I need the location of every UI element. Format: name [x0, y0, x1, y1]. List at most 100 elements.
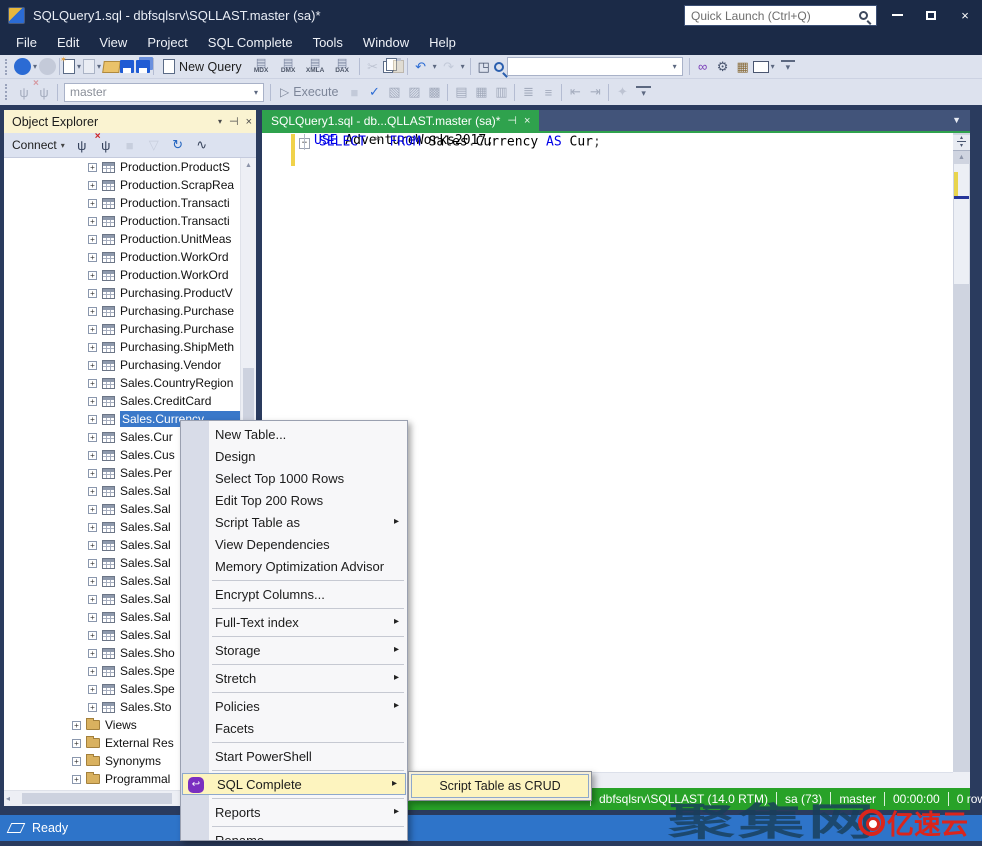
cut-icon[interactable]: ✂ — [363, 57, 383, 77]
expand-icon[interactable]: + — [88, 505, 97, 514]
expand-icon[interactable]: + — [88, 523, 97, 532]
new-query-button[interactable]: New Query — [157, 59, 248, 74]
add-item-icon[interactable] — [83, 59, 95, 74]
indent-icon[interactable]: ⇥ — [585, 82, 605, 102]
expand-icon[interactable]: + — [88, 397, 97, 406]
nav-back-caret[interactable]: ▾ — [31, 62, 39, 71]
tree-item-production-transacti[interactable]: +Production.Transacti — [4, 194, 240, 212]
maximize-button[interactable] — [914, 0, 948, 30]
results-text-icon[interactable]: ▤ — [451, 82, 471, 102]
wrench-icon[interactable]: ⚙ — [713, 57, 733, 77]
close-button[interactable]: × — [948, 0, 982, 30]
tree-item-purchasing-shipmeth[interactable]: +Purchasing.ShipMeth — [4, 338, 240, 356]
expand-icon[interactable]: + — [88, 667, 97, 676]
vs-shell-icon[interactable]: ∞ — [693, 57, 713, 77]
database-combo-caret[interactable]: ▾ — [254, 88, 258, 97]
menu-sql-complete[interactable]: SQL Complete — [198, 32, 303, 53]
expand-icon[interactable]: + — [88, 451, 97, 460]
comment-icon[interactable]: ≣ — [518, 82, 538, 102]
expand-icon[interactable]: + — [88, 325, 97, 334]
expand-icon[interactable]: + — [88, 541, 97, 550]
expand-icon[interactable]: + — [88, 217, 97, 226]
expand-icon[interactable]: + — [88, 631, 97, 640]
context-item-storage[interactable]: Storage▸ — [181, 639, 407, 661]
filter-icon[interactable]: ▽ — [144, 135, 164, 155]
tab-pin-icon[interactable]: ⊣ — [507, 114, 517, 127]
connect-button[interactable]: Connect ▾ — [9, 137, 68, 153]
results-file-icon[interactable]: ▥ — [491, 82, 511, 102]
expand-icon[interactable]: + — [88, 379, 97, 388]
expand-icon[interactable]: + — [88, 289, 97, 298]
actual-plan-icon[interactable]: ▩ — [424, 82, 444, 102]
context-item-view-dependencies[interactable]: View Dependencies — [181, 533, 407, 555]
open-file-icon[interactable] — [102, 61, 121, 73]
tree-item-production-scraprea[interactable]: +Production.ScrapRea — [4, 176, 240, 194]
menu-project[interactable]: Project — [137, 32, 197, 53]
tree-item-purchasing-purchase[interactable]: +Purchasing.Purchase — [4, 302, 240, 320]
console-caret[interactable]: ▾ — [769, 62, 777, 71]
context-item-reports[interactable]: Reports▸ — [181, 801, 407, 823]
context-item-memory-optimization-advisor[interactable]: Memory Optimization Advisor — [181, 555, 407, 577]
expand-icon[interactable]: + — [72, 775, 81, 784]
editor-vertical-scrollbar[interactable]: ▲ — [953, 133, 970, 772]
detach-plug-icon[interactable]: ψ — [96, 135, 116, 155]
expand-icon[interactable]: + — [72, 757, 81, 766]
copy-icon[interactable] — [383, 61, 393, 73]
tree-item-production-workord[interactable]: +Production.WorkOrd — [4, 248, 240, 266]
xmla-query-icon[interactable]: ▤XMLA — [302, 58, 329, 75]
tree-item-purchasing-vendor[interactable]: +Purchasing.Vendor — [4, 356, 240, 374]
redo-icon[interactable]: ↷ — [439, 57, 459, 77]
activity-monitor-icon[interactable]: ∿ — [192, 135, 212, 155]
context-item-encrypt-columns[interactable]: Encrypt Columns... — [181, 583, 407, 605]
tab-list-dropdown-icon[interactable]: ▼ — [943, 110, 970, 131]
attach-plug-icon[interactable]: ψ — [72, 135, 92, 155]
expand-icon[interactable]: + — [88, 685, 97, 694]
find-combo[interactable]: ▾ — [507, 57, 683, 76]
expand-icon[interactable]: + — [88, 181, 97, 190]
tree-item-purchasing-productv[interactable]: +Purchasing.ProductV — [4, 284, 240, 302]
expand-icon[interactable]: + — [88, 703, 97, 712]
dmx-query-icon[interactable]: ▤DMX — [275, 58, 302, 75]
tree-hscrollbar-thumb[interactable] — [22, 793, 172, 804]
tree-item-purchasing-purchase[interactable]: +Purchasing.Purchase — [4, 320, 240, 338]
context-item-script-table-as-crud[interactable]: Script Table as CRUD — [411, 774, 589, 798]
context-item-full-text-index[interactable]: Full-Text index▸ — [181, 611, 407, 633]
expand-icon[interactable]: + — [88, 415, 97, 424]
splitter-handle-icon[interactable] — [953, 135, 970, 151]
context-item-design[interactable]: Design — [181, 445, 407, 467]
expand-icon[interactable]: + — [88, 199, 97, 208]
quick-launch-input[interactable]: Quick Launch (Ctrl+Q) — [684, 5, 877, 26]
parse-icon[interactable]: ✓ — [364, 82, 384, 102]
new-project-icon[interactable] — [63, 59, 75, 74]
menu-help[interactable]: Help — [419, 32, 466, 53]
expand-icon[interactable]: + — [88, 307, 97, 316]
object-explorer-header[interactable]: Object Explorer ▾ ⊣ × — [4, 110, 256, 133]
window-position-icon[interactable]: ▾ — [218, 117, 222, 126]
connect-icon[interactable]: ψ — [14, 82, 34, 102]
nav-forward-icon[interactable] — [39, 58, 56, 75]
execute-button[interactable]: ▷Execute — [274, 85, 344, 99]
panel-close-icon[interactable]: × — [246, 116, 252, 128]
expand-icon[interactable]: + — [88, 163, 97, 172]
expand-icon[interactable]: + — [88, 361, 97, 370]
tree-item-production-transacti[interactable]: +Production.Transacti — [4, 212, 240, 230]
tree-item-sales-creditcard[interactable]: +Sales.CreditCard — [4, 392, 240, 410]
live-stats-icon[interactable]: ▨ — [404, 82, 424, 102]
scroll-up-icon[interactable]: ▲ — [241, 158, 256, 173]
cancel-query-icon[interactable]: ■ — [344, 82, 364, 102]
expand-icon[interactable]: + — [88, 433, 97, 442]
expand-icon[interactable]: + — [88, 253, 97, 262]
expand-icon[interactable]: + — [88, 235, 97, 244]
undo-caret[interactable]: ▾ — [431, 62, 439, 71]
tree-item-production-unitmeas[interactable]: +Production.UnitMeas — [4, 230, 240, 248]
database-combo[interactable]: master▾ — [64, 83, 264, 102]
pin-icon[interactable]: ⊣ — [229, 115, 239, 128]
expand-icon[interactable]: + — [72, 721, 81, 730]
uncomment-icon[interactable]: ≡ — [538, 82, 558, 102]
toolbox-icon[interactable]: ▦ — [733, 57, 753, 77]
undo-icon[interactable]: ↶ — [411, 57, 431, 77]
scroll-left-icon[interactable]: ◂ — [6, 791, 10, 807]
toolbar-overflow-2[interactable]: ▾ — [636, 86, 651, 99]
editor-scroll-up-icon[interactable]: ▲ — [953, 151, 970, 165]
tab-close-icon[interactable]: × — [524, 115, 530, 127]
